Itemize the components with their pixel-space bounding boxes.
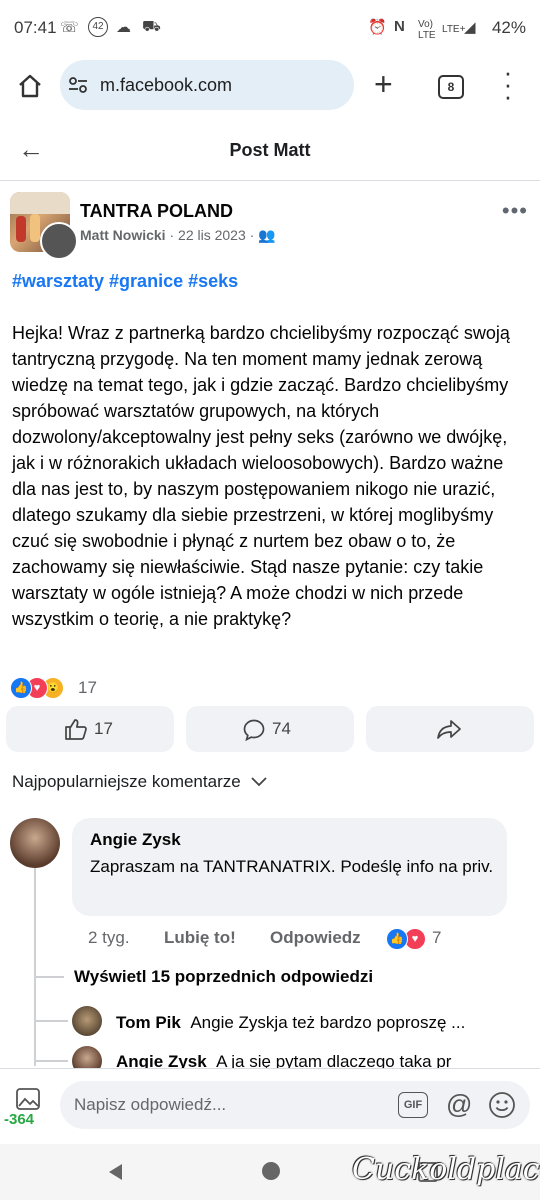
like-count: 17 — [94, 719, 113, 738]
reply-text: A ja się pytam dlaczego taka pr — [216, 1052, 452, 1068]
post-hashtags[interactable]: #warsztaty #granice #seks — [12, 271, 238, 292]
page-header: ← Post Matt — [0, 122, 540, 181]
audience-group-icon: 👥 — [258, 227, 276, 243]
chevron-down-icon — [251, 777, 268, 787]
photo-sticker-icon[interactable]: -364 — [4, 1085, 48, 1128]
emoji-icon[interactable] — [488, 1091, 516, 1119]
comment-text: Zapraszam na TANTRANATRIX. Podeślę info … — [90, 857, 494, 876]
battery-level: 42% — [491, 18, 526, 37]
comment-count: 74 — [272, 719, 291, 738]
signal-icon: ◢ — [464, 19, 476, 36]
reply-text: Angie Zyskja też bardzo poproszę ... — [190, 1013, 466, 1032]
reply-composer: -364 Napisz odpowiedź... GIF @ — [0, 1068, 540, 1145]
commenter-avatar[interactable] — [10, 818, 60, 868]
tab-switcher-button[interactable]: 8 — [438, 75, 464, 99]
nav-home-icon[interactable] — [262, 1162, 280, 1180]
like-button[interactable]: 17 — [6, 706, 174, 752]
status-time: 07:41 — [14, 18, 57, 37]
reaction-count[interactable]: 17 — [78, 678, 97, 698]
like-reaction-icon: 👍 — [386, 928, 408, 950]
volte-icon: Vo) LTE — [418, 19, 436, 41]
comment-reply-button[interactable]: Odpowiedz — [270, 928, 361, 948]
more-options-icon[interactable]: ••• — [502, 198, 528, 224]
reply-avatar[interactable] — [72, 1006, 102, 1036]
comment-bubble: Angie Zysk Zapraszam na TANTRANATRIX. Po… — [72, 818, 507, 916]
url-text[interactable]: m.facebook.com — [100, 75, 232, 96]
author-name[interactable]: Matt Nowicki — [80, 227, 166, 243]
post-meta: Matt Nowicki · 22 lis 2023 · 👥 — [80, 227, 276, 243]
group-name[interactable]: TANTRA POLAND — [80, 201, 233, 222]
share-arrow-icon — [437, 720, 461, 739]
reply-author[interactable]: Angie Zysk — [116, 1052, 207, 1068]
comment-sort-dropdown[interactable]: Najpopularniejsze komentarze — [12, 772, 268, 792]
reply-item[interactable]: Angie Zysk A ja się pytam dlaczego taka … — [116, 1052, 526, 1068]
thumbs-up-icon — [65, 719, 87, 740]
like-reaction-icon: 👍 — [10, 677, 32, 699]
post-text: Hejka! Wraz z partnerką bardzo chcieliby… — [12, 323, 510, 629]
nav-back-icon[interactable] — [106, 1162, 124, 1182]
call-icon: ☏ — [60, 19, 79, 36]
commenter-name[interactable]: Angie Zysk — [90, 830, 181, 850]
thread-branch — [34, 976, 64, 978]
notification-badge: 42 — [88, 17, 108, 37]
nfc-icon: N — [394, 18, 405, 35]
home-icon[interactable] — [16, 72, 44, 100]
comment-like-button[interactable]: Lubię to! — [164, 928, 236, 948]
comment-button[interactable]: 74 — [186, 706, 354, 752]
browser-menu-icon[interactable]: · · · — [502, 59, 514, 109]
cloud-icon: ☁ — [116, 19, 131, 36]
thread-branch — [34, 1020, 68, 1022]
reply-item[interactable]: Tom Pik Angie Zyskja też bardzo poproszę… — [116, 1013, 526, 1033]
status-bar: 07:41 ☏ 42 ☁ ⛟ ⏰ N Vo) LTE LTE+ ◢ 42% — [0, 0, 540, 58]
lte-icon: LTE+ — [442, 24, 466, 35]
watermark: Cuckoldplace — [352, 1152, 540, 1187]
browser-toolbar: m.facebook.com + 8 · · · — [0, 58, 540, 122]
comment-age: 2 tyg. — [88, 928, 130, 947]
mention-icon[interactable]: @ — [446, 1089, 472, 1120]
site-settings-icon[interactable] — [68, 75, 88, 95]
gif-button[interactable]: GIF — [398, 1092, 428, 1118]
new-tab-icon[interactable]: + — [374, 66, 393, 103]
author-avatar[interactable] — [40, 222, 78, 260]
sticker-badge: -364 — [4, 1111, 35, 1128]
car-icon: ⛟ — [142, 18, 161, 35]
reply-author[interactable]: Tom Pik — [116, 1013, 181, 1032]
comment-reaction-count[interactable]: 7 — [432, 928, 441, 948]
post-date[interactable]: 22 lis 2023 — [178, 227, 246, 243]
alarm-icon: ⏰ — [368, 19, 387, 36]
reply-placeholder: Napisz odpowiedź... — [74, 1095, 227, 1114]
show-previous-replies[interactable]: Wyświetl 15 poprzednich odpowiedzi — [74, 967, 373, 987]
share-button[interactable] — [366, 706, 534, 752]
reply-input[interactable]: Napisz odpowiedź... GIF @ — [60, 1081, 530, 1129]
thread-branch — [34, 1060, 68, 1062]
thread-line — [34, 866, 36, 1066]
page-title: Post Matt — [229, 140, 311, 160]
comment-bubble-icon — [243, 719, 265, 742]
system-nav-bar: Cuckoldplace — [0, 1144, 540, 1200]
sort-label: Najpopularniejsze komentarze — [12, 772, 241, 791]
